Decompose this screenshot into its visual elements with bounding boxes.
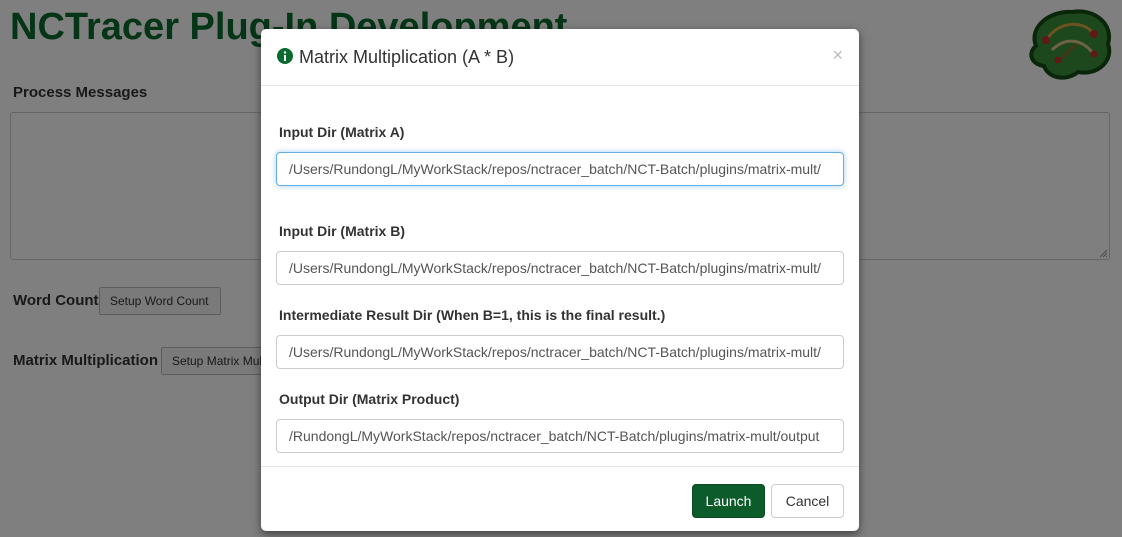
input-dir-a-label: Input Dir (Matrix A) bbox=[279, 124, 405, 140]
matrix-multiplication-modal: Matrix Multiplication (A * B) × Input Di… bbox=[261, 29, 859, 531]
modal-title: Matrix Multiplication (A * B) bbox=[277, 47, 514, 68]
launch-button[interactable]: Launch bbox=[692, 484, 765, 518]
modal-title-text: Matrix Multiplication (A * B) bbox=[299, 47, 515, 67]
intermediate-dir-field[interactable] bbox=[276, 335, 844, 369]
input-dir-a-field[interactable] bbox=[276, 152, 844, 186]
input-dir-b-field[interactable] bbox=[276, 251, 844, 285]
input-dir-b-label: Input Dir (Matrix B) bbox=[279, 223, 405, 239]
output-dir-field[interactable] bbox=[276, 419, 844, 453]
intermediate-dir-label: Intermediate Result Dir (When B=1, this … bbox=[279, 307, 666, 323]
cancel-button[interactable]: Cancel bbox=[771, 484, 844, 518]
modal-header: Matrix Multiplication (A * B) × bbox=[261, 29, 859, 86]
modal-footer: Launch Cancel bbox=[261, 466, 859, 531]
output-dir-label: Output Dir (Matrix Product) bbox=[279, 391, 460, 407]
modal-body: Input Dir (Matrix A) Input Dir (Matrix B… bbox=[261, 86, 859, 466]
info-icon bbox=[277, 47, 293, 64]
close-icon[interactable]: × bbox=[832, 45, 843, 65]
